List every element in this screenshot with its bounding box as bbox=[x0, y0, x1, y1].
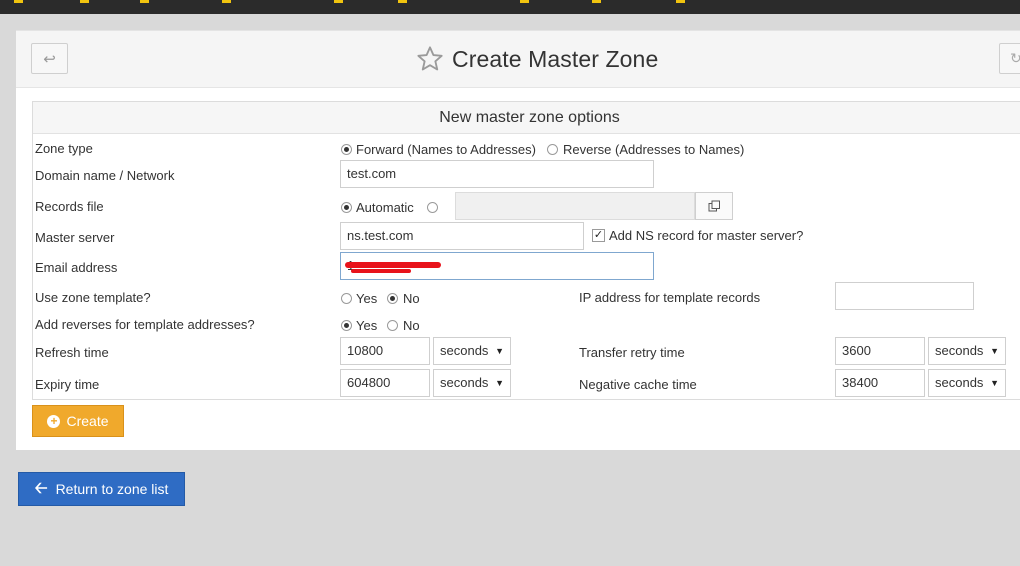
add-reverses-label: Add reverses for template addresses? bbox=[35, 317, 255, 332]
top-menu-bar bbox=[0, 0, 1020, 14]
use-template-yes-label[interactable]: Yes bbox=[356, 291, 377, 306]
menu-marker bbox=[398, 0, 407, 3]
menu-marker bbox=[14, 0, 23, 3]
create-button[interactable]: + Create bbox=[32, 405, 124, 437]
back-button[interactable]: ↩ bbox=[31, 43, 68, 74]
add-ns-checkbox[interactable]: ✓ bbox=[592, 229, 605, 242]
copy-icon bbox=[708, 200, 720, 211]
domain-input[interactable]: test.com bbox=[340, 160, 654, 188]
redaction-mark bbox=[351, 269, 411, 273]
panel-header: ↩ Create Master Zone ↻ bbox=[16, 31, 1020, 88]
add-reverses-yes-radio[interactable] bbox=[341, 320, 352, 331]
add-reverses-no-radio[interactable] bbox=[387, 320, 398, 331]
zone-type-forward-label[interactable]: Forward (Names to Addresses) bbox=[356, 142, 536, 157]
zone-type-reverse-radio[interactable] bbox=[547, 144, 558, 155]
create-button-label: Create bbox=[66, 413, 109, 429]
chevron-down-icon: ▼ bbox=[990, 346, 999, 356]
zone-type-label: Zone type bbox=[35, 141, 93, 156]
transfer-retry-input[interactable]: 3600 bbox=[835, 337, 925, 365]
plus-circle-icon: + bbox=[47, 414, 61, 428]
title-area: Create Master Zone bbox=[416, 43, 658, 75]
records-file-automatic-label[interactable]: Automatic bbox=[356, 200, 414, 215]
chevron-down-icon: ▼ bbox=[495, 378, 504, 388]
file-chooser-button[interactable] bbox=[695, 192, 733, 220]
refresh-icon: ↻ bbox=[1010, 50, 1020, 66]
redaction-mark bbox=[345, 262, 441, 268]
zone-type-reverse-label[interactable]: Reverse (Addresses to Names) bbox=[563, 142, 744, 157]
return-to-zone-list-button[interactable]: 🡠 Return to zone list bbox=[18, 472, 185, 506]
transfer-retry-unit-value: seconds bbox=[935, 343, 984, 358]
page-title: Create Master Zone bbox=[452, 45, 659, 72]
expiry-unit-value: seconds bbox=[440, 375, 489, 390]
expiry-label: Expiry time bbox=[35, 377, 100, 392]
menu-marker bbox=[80, 0, 89, 3]
chevron-down-icon: ▼ bbox=[495, 346, 504, 356]
main-panel: ↩ Create Master Zone ↻ New master zone o… bbox=[16, 30, 1020, 450]
use-template-yes-radio[interactable] bbox=[341, 293, 352, 304]
add-reverses-yes-label[interactable]: Yes bbox=[356, 318, 377, 333]
menu-marker bbox=[592, 0, 601, 3]
records-file-label: Records file bbox=[35, 199, 104, 214]
transfer-retry-label: Transfer retry time bbox=[579, 345, 685, 360]
negative-cache-label: Negative cache time bbox=[579, 377, 697, 392]
menu-marker bbox=[676, 0, 685, 3]
star-icon[interactable] bbox=[416, 45, 444, 73]
menu-marker bbox=[222, 0, 231, 3]
expiry-unit-select[interactable]: seconds ▼ bbox=[433, 369, 511, 397]
menu-marker bbox=[140, 0, 149, 3]
zone-type-forward-radio[interactable] bbox=[341, 144, 352, 155]
refresh-unit-select[interactable]: seconds ▼ bbox=[433, 337, 511, 365]
transfer-retry-unit-select[interactable]: seconds ▼ bbox=[928, 337, 1006, 365]
expiry-input[interactable]: 604800 bbox=[340, 369, 430, 397]
master-server-label: Master server bbox=[35, 230, 115, 245]
add-reverses-no-label[interactable]: No bbox=[403, 318, 420, 333]
menu-marker bbox=[520, 0, 529, 3]
records-file-custom-radio[interactable] bbox=[427, 202, 438, 213]
use-template-label: Use zone template? bbox=[35, 290, 151, 305]
use-template-no-label[interactable]: No bbox=[403, 291, 420, 306]
return-button-label: Return to zone list bbox=[55, 481, 169, 497]
negative-cache-unit-value: seconds bbox=[935, 375, 984, 390]
template-ip-input[interactable] bbox=[835, 282, 974, 310]
refresh-label: Refresh time bbox=[35, 345, 109, 360]
arrow-left-icon: 🡠 bbox=[34, 480, 48, 497]
refresh-unit-value: seconds bbox=[440, 343, 489, 358]
negative-cache-input[interactable]: 38400 bbox=[835, 369, 925, 397]
refresh-button[interactable]: ↻ bbox=[999, 43, 1020, 74]
negative-cache-unit-select[interactable]: seconds ▼ bbox=[928, 369, 1006, 397]
options-table: New master zone options Zone type Forwar… bbox=[32, 101, 1020, 400]
return-arrow-icon: ↩ bbox=[43, 50, 56, 68]
chevron-down-icon: ▼ bbox=[990, 378, 999, 388]
section-title: New master zone options bbox=[33, 102, 1020, 134]
add-ns-label[interactable]: Add NS record for master server? bbox=[609, 228, 803, 243]
domain-label: Domain name / Network bbox=[35, 168, 175, 183]
template-ip-label: IP address for template records bbox=[579, 290, 761, 305]
records-file-automatic-radio[interactable] bbox=[341, 202, 352, 213]
master-server-input[interactable]: ns.test.com bbox=[340, 222, 584, 250]
email-label: Email address bbox=[35, 260, 118, 275]
menu-marker bbox=[334, 0, 343, 3]
use-template-no-radio[interactable] bbox=[387, 293, 398, 304]
records-file-input[interactable] bbox=[455, 192, 695, 220]
refresh-input[interactable]: 10800 bbox=[340, 337, 430, 365]
